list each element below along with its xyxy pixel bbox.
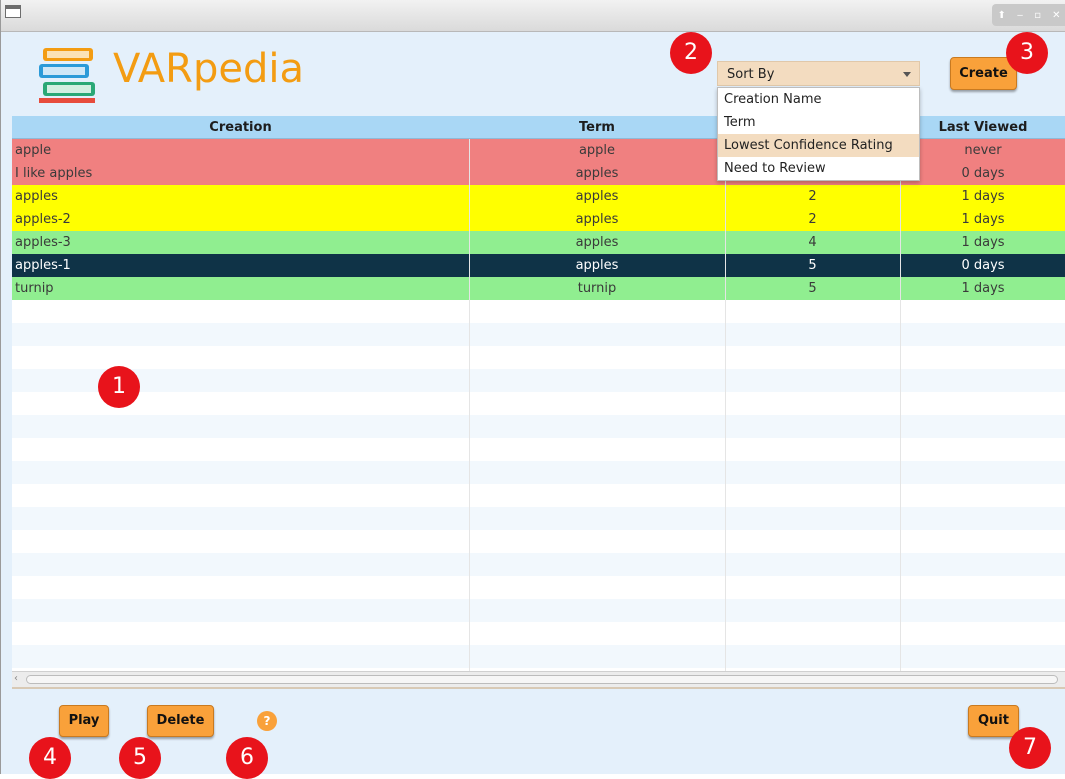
column-divider [469, 139, 470, 671]
empty-table-row[interactable] [12, 599, 1065, 622]
window-icon [5, 5, 21, 18]
table-cell-rating: 5 [808, 281, 817, 296]
table-cell-rating: 4 [808, 235, 817, 250]
column-divider [725, 139, 726, 671]
annotation-badge-1: 1 [98, 366, 140, 408]
table-cell-rating: 5 [808, 258, 817, 273]
empty-table-row[interactable] [12, 300, 1065, 323]
table-cell-last-viewed: 1 days [961, 235, 1005, 250]
empty-table-row[interactable] [12, 392, 1065, 415]
table-row[interactable]: apples-1 apples 5 0 days [12, 254, 1065, 277]
table-cell-last-viewed: 1 days [961, 189, 1005, 204]
empty-table-row[interactable] [12, 530, 1065, 553]
table-cell-creation: I like apples [15, 166, 93, 181]
table-row[interactable]: apples-3 apples 4 1 days [12, 231, 1065, 254]
annotation-badge-4: 4 [29, 737, 71, 779]
sort-option-creation-name[interactable]: Creation Name [718, 88, 919, 111]
close-icon[interactable]: ✕ [1052, 10, 1060, 21]
table-row[interactable]: apples-2 apples 2 1 days [12, 208, 1065, 231]
quit-button[interactable]: Quit [968, 705, 1019, 737]
table-cell-term: apples [575, 258, 619, 273]
minimize-icon[interactable]: ‒ [1017, 10, 1023, 21]
column-header-term[interactable]: Term [469, 116, 725, 139]
empty-table-row[interactable] [12, 415, 1065, 438]
scroll-left-icon[interactable]: ‹ [14, 673, 18, 684]
table-cell-last-viewed: 0 days [961, 258, 1005, 273]
creations-table[interactable]: Creation Term Last Viewed apple apple neve… [12, 116, 1065, 671]
maximize-icon[interactable]: ▫ [1034, 10, 1041, 21]
annotation-badge-5: 5 [119, 737, 161, 779]
table-row[interactable]: apples apples 2 1 days [12, 185, 1065, 208]
table-cell-creation: apples [15, 189, 58, 204]
table-cell-last-viewed: 1 days [961, 212, 1005, 227]
sort-dropdown[interactable]: Sort By [717, 61, 920, 86]
table-cell-term: apple [578, 143, 616, 158]
empty-table-row[interactable] [12, 461, 1065, 484]
sort-options-menu: Creation Name Term Lowest Confidence Rat… [717, 87, 920, 181]
annotation-badge-7: 7 [1009, 727, 1051, 769]
column-header-last-viewed[interactable]: Last Viewed [900, 116, 1065, 139]
empty-table-row[interactable] [12, 484, 1065, 507]
annotation-badge-2: 2 [670, 32, 712, 74]
books-logo-icon [39, 48, 95, 103]
window-controls: ⬆ ‒ ▫ ✕ [992, 4, 1065, 26]
table-cell-term: apples [575, 212, 619, 227]
table-cell-last-viewed: 0 days [961, 166, 1005, 181]
chevron-down-icon [903, 72, 911, 77]
help-icon[interactable]: ? [257, 711, 277, 731]
create-button[interactable]: Create [950, 57, 1017, 90]
table-cell-creation: apples-3 [15, 235, 71, 250]
title-bar: ⬆ ‒ ▫ ✕ [1, 0, 1065, 32]
table-cell-creation: apples-2 [15, 212, 71, 227]
scrollbar-thumb[interactable] [26, 675, 1058, 684]
sort-option-need-to-review[interactable]: Need to Review [718, 157, 919, 180]
sort-option-lowest-confidence[interactable]: Lowest Confidence Rating [718, 134, 919, 157]
table-cell-creation: apple [15, 143, 52, 158]
empty-table-row[interactable] [12, 438, 1065, 461]
empty-table-row[interactable] [12, 576, 1065, 599]
divider [12, 687, 1065, 689]
sort-label: Sort By [727, 67, 775, 82]
play-button[interactable]: Play [59, 705, 109, 737]
column-divider [900, 139, 901, 671]
empty-table-row[interactable] [12, 369, 1065, 392]
empty-table-row[interactable] [12, 323, 1065, 346]
empty-table-row[interactable] [12, 645, 1065, 668]
sort-option-term[interactable]: Term [718, 111, 919, 134]
table-cell-term: apples [575, 235, 619, 250]
annotation-badge-3: 3 [1006, 32, 1048, 74]
column-header-creation[interactable]: Creation [12, 116, 469, 139]
table-cell-last-viewed: 1 days [961, 281, 1005, 296]
empty-table-row[interactable] [12, 622, 1065, 645]
table-cell-term: turnip [577, 281, 617, 296]
empty-table-row[interactable] [12, 507, 1065, 530]
table-cell-rating: 2 [808, 212, 817, 227]
table-cell-term: apples [575, 166, 619, 181]
table-cell-creation: turnip [15, 281, 54, 296]
table-cell-term: apples [575, 189, 619, 204]
pin-icon[interactable]: ⬆ [998, 10, 1006, 21]
delete-button[interactable]: Delete [147, 705, 214, 737]
table-row[interactable]: turnip turnip 5 1 days [12, 277, 1065, 300]
app-window: ⬆ ‒ ▫ ✕ VARpedia Sort By Creation Name T… [0, 0, 1065, 779]
annotation-badge-6: 6 [226, 737, 268, 779]
horizontal-scrollbar[interactable]: ‹ [12, 671, 1065, 687]
empty-table-row[interactable] [12, 346, 1065, 369]
table-cell-last-viewed: never [964, 143, 1002, 158]
table-cell-creation: apples-1 [15, 258, 71, 273]
empty-table-row[interactable] [12, 553, 1065, 576]
app-title: VARpedia [113, 46, 304, 92]
table-cell-rating: 2 [808, 189, 817, 204]
